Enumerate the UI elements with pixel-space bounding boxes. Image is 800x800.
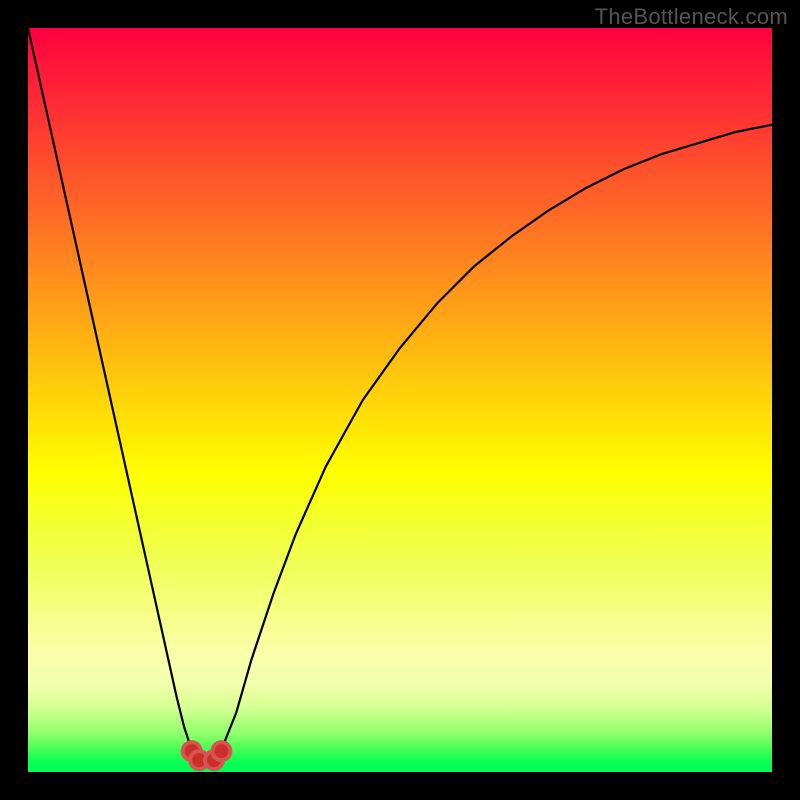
bottleneck-curve — [28, 28, 772, 763]
watermark-text: TheBottleneck.com — [595, 4, 788, 30]
curve-svg — [28, 28, 772, 772]
marker-dot-inner — [214, 744, 228, 758]
plot-area — [28, 28, 772, 772]
minimum-markers — [181, 740, 233, 771]
chart-frame: TheBottleneck.com — [0, 0, 800, 800]
